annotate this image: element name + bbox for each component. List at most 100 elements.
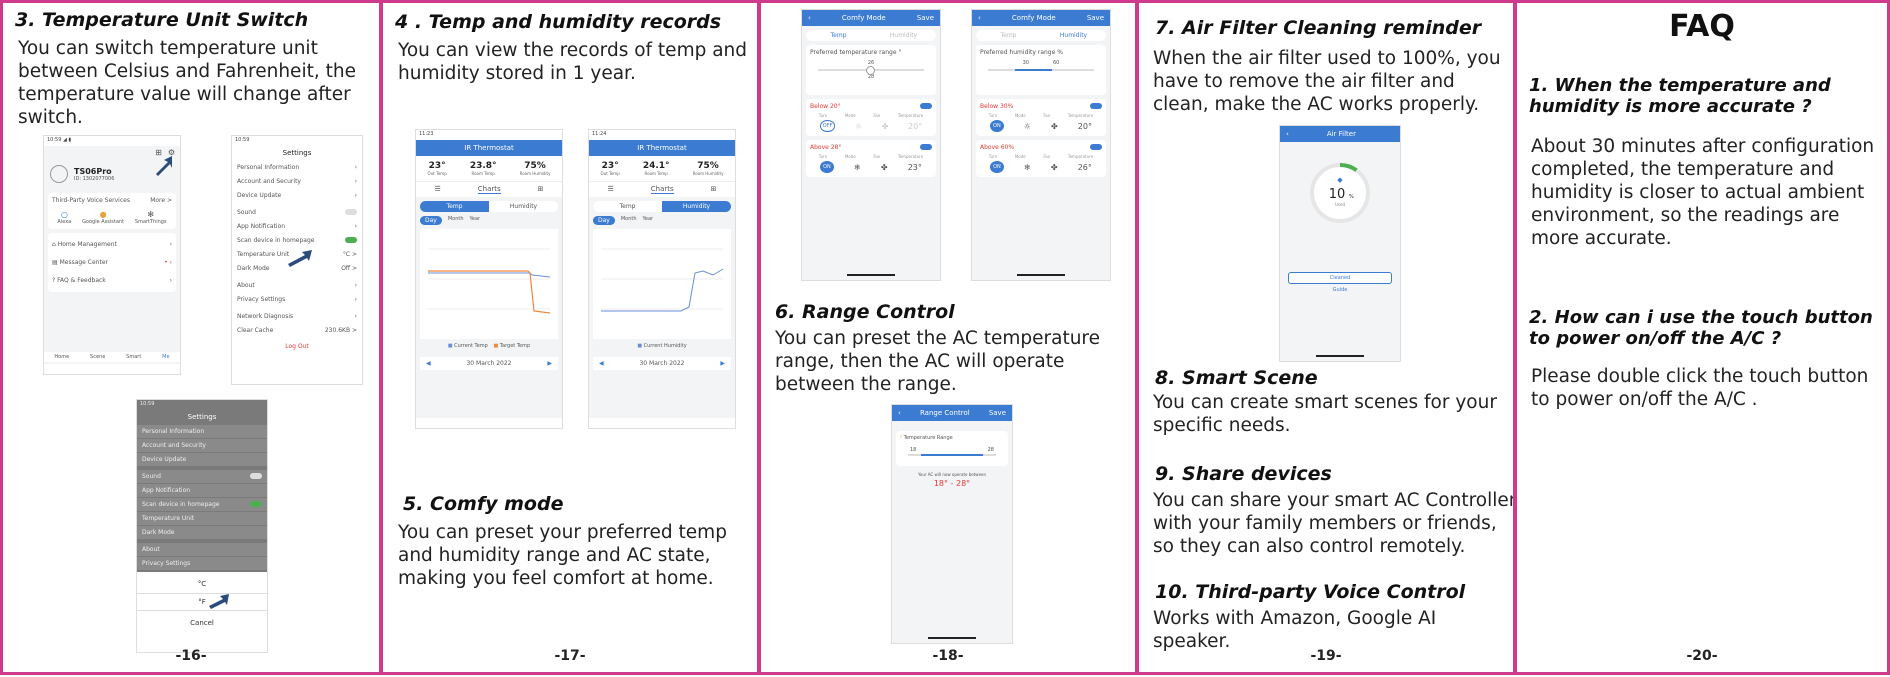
tab-charts[interactable]: Charts bbox=[477, 185, 501, 194]
menu-home-management[interactable]: ⌂ Home Management › bbox=[52, 236, 172, 253]
phone-unit-picker-screen: 10:59 Settings Personal Information Acco… bbox=[136, 399, 268, 653]
voice-item-alexa[interactable]: ○ Alexa bbox=[57, 210, 71, 225]
range-slider[interactable] bbox=[908, 454, 996, 456]
settings-row[interactable]: Network Diagnosis › bbox=[232, 310, 362, 323]
menu-message-center[interactable]: ▤ Message Center • › bbox=[52, 254, 172, 271]
grid-tab-icon[interactable]: ⊞ bbox=[538, 185, 544, 194]
section-body: You can create smart scenes for your spe… bbox=[1153, 392, 1497, 436]
settings-row[interactable]: Account and Security › bbox=[232, 175, 362, 188]
save-button[interactable]: Save bbox=[917, 14, 934, 22]
save-button[interactable]: Save bbox=[989, 409, 1006, 417]
range-year[interactable]: Year bbox=[470, 216, 481, 225]
phone-temp-chart-screen: 11:23 IR Thermostat 23° Out Temp 23.8° Roo… bbox=[415, 129, 563, 429]
seg-temp[interactable]: Temp bbox=[420, 201, 489, 212]
scan-toggle[interactable] bbox=[345, 237, 357, 243]
next-date-icon[interactable]: ▶ bbox=[720, 360, 725, 367]
controls-tab-icon[interactable]: ☰ bbox=[434, 185, 440, 194]
below-rule-card: Below 20° Turn Mode Fan Temperature OFF ☼ ✤… bbox=[806, 99, 936, 136]
settings-row[interactable]: Device Update › bbox=[232, 189, 362, 202]
seg-temp[interactable]: Temp bbox=[593, 201, 662, 212]
range-day[interactable]: Day bbox=[420, 216, 442, 225]
page-20: FAQ 1. When the temperature and humidity… bbox=[1514, 0, 1890, 675]
menu-faq[interactable]: ? FAQ & Feedback › bbox=[52, 272, 172, 289]
power-on-button[interactable]: ON bbox=[990, 120, 1004, 132]
seg-humidity[interactable]: Humidity bbox=[662, 201, 731, 212]
status-bar: 10:59 ◢ ▮ bbox=[44, 136, 180, 146]
voice-item-smartthings[interactable]: ✻ SmartThings bbox=[135, 210, 167, 225]
date-selector: ◀ 30 March 2022 ▶ bbox=[420, 357, 558, 370]
logout-button[interactable]: Log Out bbox=[232, 343, 362, 350]
back-icon[interactable]: ‹ bbox=[1286, 130, 1289, 138]
current-humidity-line bbox=[601, 268, 724, 312]
tab-humidity[interactable]: Humidity bbox=[1041, 30, 1106, 41]
fan-icon: ✤ bbox=[1050, 162, 1058, 172]
below-rule-toggle[interactable] bbox=[1090, 103, 1102, 109]
below-rule-toggle[interactable] bbox=[920, 103, 932, 109]
faq-answer: About 30 minutes after configuration com… bbox=[1531, 136, 1875, 249]
page-16: 3. Temperature Unit Switch You can switc… bbox=[0, 0, 382, 675]
tab-scene[interactable]: Scene bbox=[90, 354, 105, 360]
humidity-line-chart bbox=[593, 229, 731, 339]
tab-temp[interactable]: Temp bbox=[806, 30, 871, 41]
cleaned-button[interactable]: Cleaned bbox=[1288, 272, 1392, 284]
tab-charts[interactable]: Charts bbox=[650, 185, 674, 194]
filter-value: 10 bbox=[1329, 187, 1346, 202]
voice-item-google[interactable]: ● Google Assistant bbox=[82, 210, 124, 225]
settings-row[interactable]: Sound bbox=[232, 206, 362, 219]
alexa-icon: ○ bbox=[60, 210, 68, 219]
prev-date-icon[interactable]: ◀ bbox=[599, 360, 604, 367]
range-month[interactable]: Month bbox=[621, 216, 637, 225]
tab-me[interactable]: Me bbox=[162, 354, 169, 360]
fan-icon: ✤ bbox=[880, 162, 888, 172]
settings-row[interactable]: Personal Information › bbox=[232, 161, 362, 174]
power-on-button[interactable]: ON bbox=[820, 161, 834, 173]
above-rule-toggle[interactable] bbox=[1090, 144, 1102, 150]
power-on-button[interactable]: ON bbox=[990, 161, 1004, 173]
section-heading: 7. Air Filter Cleaning reminder bbox=[1155, 17, 1482, 39]
back-icon[interactable]: ‹ bbox=[898, 409, 901, 417]
next-date-icon[interactable]: ▶ bbox=[547, 360, 552, 367]
settings-row[interactable]: About › bbox=[232, 279, 362, 292]
range-year[interactable]: Year bbox=[643, 216, 654, 225]
sound-toggle[interactable] bbox=[345, 209, 357, 215]
picker-option-celsius[interactable]: °C bbox=[137, 572, 267, 588]
back-icon[interactable]: ‹ bbox=[978, 14, 981, 22]
tab-smart[interactable]: Smart bbox=[126, 354, 141, 360]
tab-home[interactable]: Home bbox=[54, 354, 69, 360]
guide-link[interactable]: Guide bbox=[1280, 287, 1400, 293]
temp-range-slider[interactable] bbox=[818, 66, 924, 75]
back-icon[interactable]: ‹ bbox=[808, 14, 811, 22]
picker-cancel-button[interactable]: Cancel bbox=[137, 619, 267, 627]
page-number: -19- bbox=[1310, 648, 1342, 664]
phone-air-filter-screen: ‹ Air Filter ◆ 10 % Used Cleaned Guide bbox=[1279, 125, 1401, 362]
svg-text:◆: ◆ bbox=[1337, 176, 1343, 184]
humidity-range-slider[interactable] bbox=[988, 69, 1094, 71]
faq-question: 2. How can i use the touch button to pow… bbox=[1529, 307, 1873, 349]
settings-row[interactable]: Scan device in homepage bbox=[232, 234, 362, 247]
prev-date-icon[interactable]: ◀ bbox=[426, 360, 431, 367]
phone-range-control-screen: ‹ Range Control Save ! Temperature Range… bbox=[891, 404, 1013, 644]
power-off-button[interactable]: OFF bbox=[819, 120, 836, 132]
voice-services-more[interactable]: More > bbox=[150, 197, 172, 204]
warning-icon: ! bbox=[900, 435, 903, 441]
page-number: -20- bbox=[1686, 648, 1718, 664]
section-body: You can switch temperature unit between … bbox=[18, 38, 356, 128]
grid-tab-icon[interactable]: ⊞ bbox=[711, 185, 717, 194]
range-month[interactable]: Month bbox=[448, 216, 464, 225]
tab-temp[interactable]: Temp bbox=[976, 30, 1041, 41]
page-number: -16- bbox=[175, 648, 207, 664]
save-button[interactable]: Save bbox=[1087, 14, 1104, 22]
page-number: -18- bbox=[932, 648, 964, 664]
settings-row[interactable]: App Notification › bbox=[232, 220, 362, 233]
voice-services-card: Third-Party Voice Services More > ○ Alexa… bbox=[48, 193, 176, 229]
seg-humidity[interactable]: Humidity bbox=[489, 201, 558, 212]
controls-tab-icon[interactable]: ☰ bbox=[607, 185, 613, 194]
settings-row[interactable]: Privacy Settings › bbox=[232, 293, 362, 306]
above-rule-toggle[interactable] bbox=[920, 144, 932, 150]
tab-humidity[interactable]: Humidity bbox=[871, 30, 936, 41]
range-day[interactable]: Day bbox=[593, 216, 615, 225]
date-selector: ◀ 30 March 2022 ▶ bbox=[593, 357, 731, 370]
settings-row[interactable]: Clear Cache 230.6KB > bbox=[232, 324, 362, 337]
picker-option-fahrenheit[interactable]: °F bbox=[137, 593, 267, 611]
faq-title: FAQ bbox=[1669, 9, 1735, 44]
